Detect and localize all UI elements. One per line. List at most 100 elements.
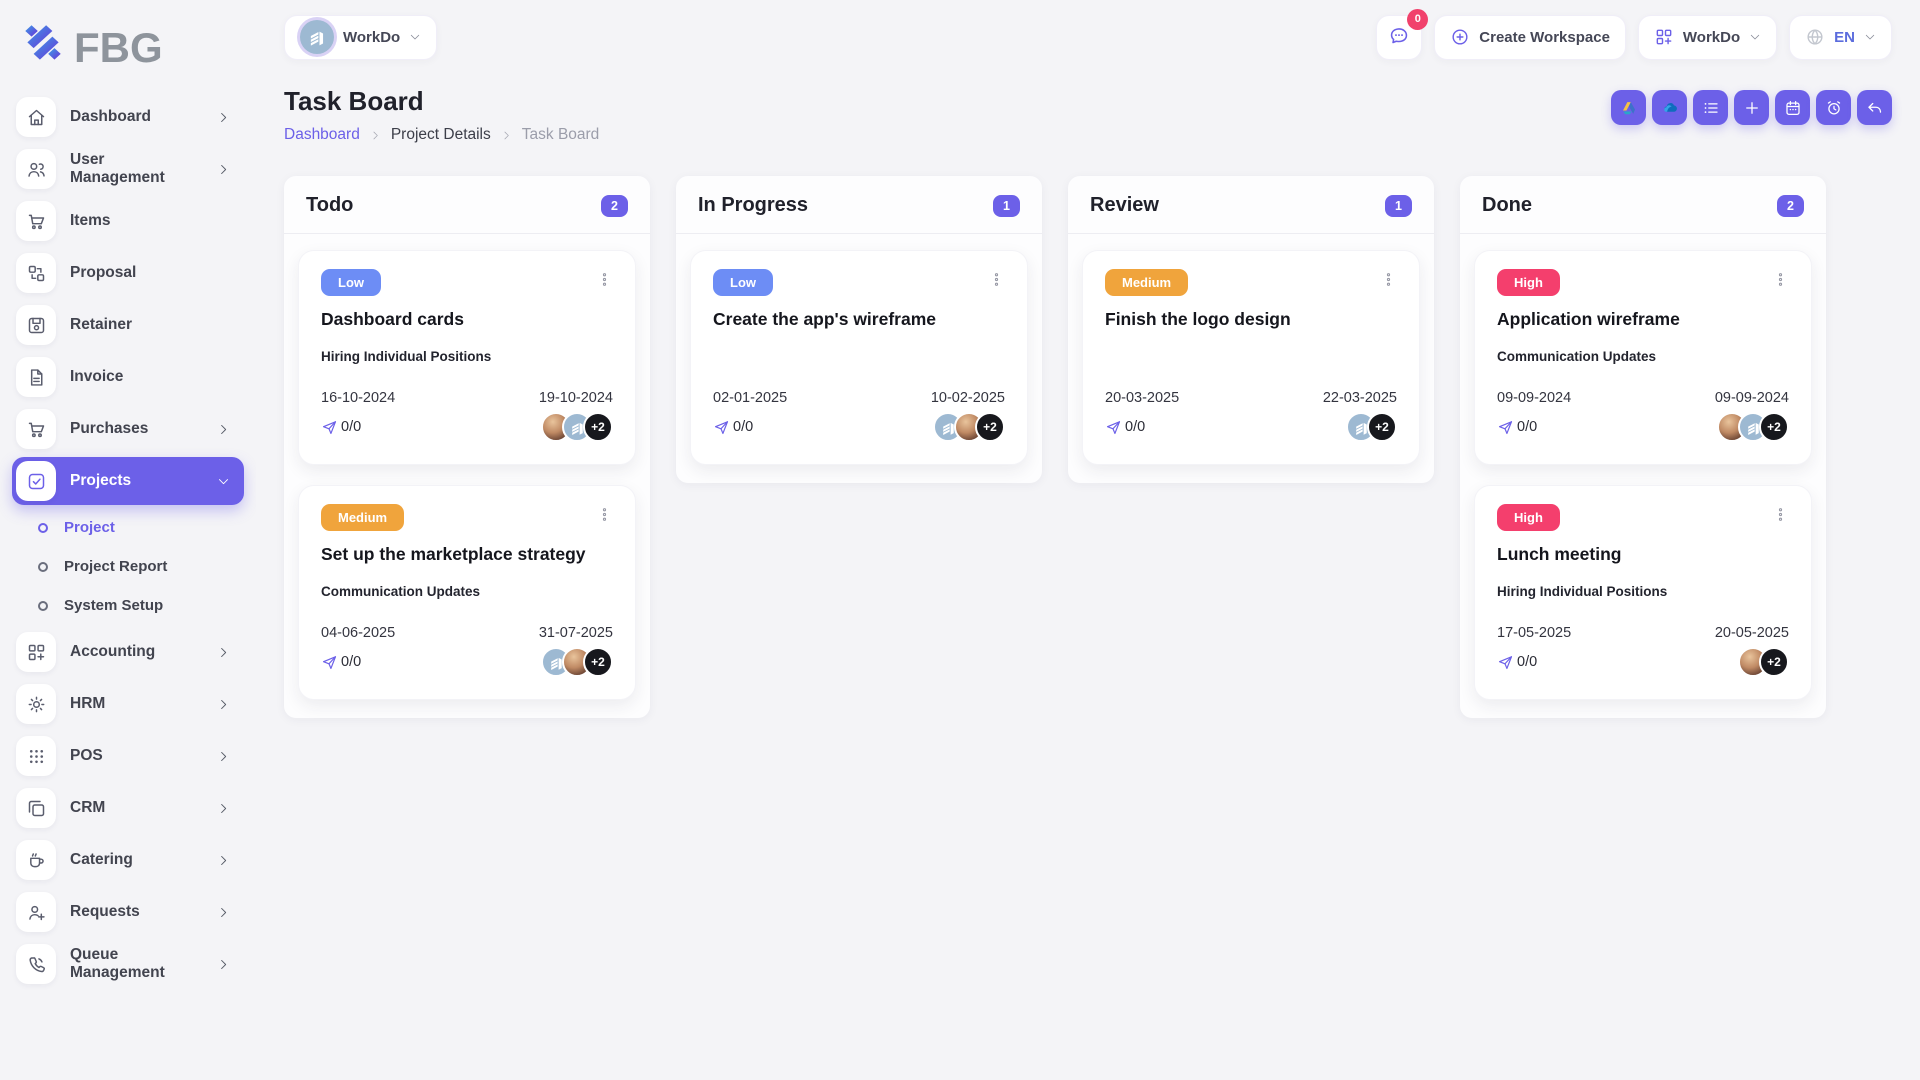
sidebar-item-pos[interactable]: POS bbox=[12, 732, 244, 780]
task-progress: 0/0 bbox=[321, 654, 361, 671]
calendar-icon bbox=[1784, 99, 1802, 117]
messages-button[interactable]: 0 bbox=[1376, 15, 1422, 60]
task-title[interactable]: Lunch meeting bbox=[1497, 544, 1789, 565]
cart-icon bbox=[16, 201, 56, 241]
task-start-date: 02-01-2025 bbox=[713, 390, 787, 406]
breadcrumb-dashboard[interactable]: Dashboard bbox=[284, 126, 360, 144]
kebab-menu-icon[interactable] bbox=[988, 269, 1005, 288]
chevron-right-icon bbox=[217, 163, 230, 176]
floppy-icon bbox=[16, 305, 56, 345]
send-icon bbox=[1105, 419, 1122, 436]
sidebar-subitem-project-report[interactable]: Project Report bbox=[28, 548, 244, 585]
task-start-date: 04-06-2025 bbox=[321, 625, 395, 641]
assignee-avatars[interactable]: +2 bbox=[541, 412, 613, 442]
sidebar-item-dashboard[interactable]: Dashboard bbox=[12, 93, 244, 141]
sidebar-item-accounting[interactable]: Accounting bbox=[12, 628, 244, 676]
assignee-avatars[interactable]: +2 bbox=[1346, 412, 1397, 442]
back-button[interactable] bbox=[1857, 90, 1892, 125]
sidebar-item-requests[interactable]: Requests bbox=[12, 888, 244, 936]
task-milestone: Hiring Individual Positions bbox=[321, 349, 613, 366]
list-view-button[interactable] bbox=[1693, 90, 1728, 125]
breadcrumb-project-details[interactable]: Project Details bbox=[391, 126, 491, 144]
kebab-menu-icon[interactable] bbox=[1772, 269, 1789, 288]
chevron-down-icon bbox=[1864, 31, 1876, 43]
sidebar-item-proposal[interactable]: Proposal bbox=[12, 249, 244, 297]
plus-circle-icon bbox=[1450, 27, 1470, 47]
assignee-avatars[interactable]: +2 bbox=[933, 412, 1005, 442]
topbar: WorkDo 0 Create Workspace WorkDo bbox=[284, 0, 1892, 62]
sidebar-item-crm[interactable]: CRM bbox=[12, 784, 244, 832]
sidebar-item-items[interactable]: Items bbox=[12, 197, 244, 245]
cart-icon bbox=[16, 409, 56, 449]
workspace-dropdown[interactable]: WorkDo bbox=[1638, 15, 1777, 60]
kebab-menu-icon[interactable] bbox=[1772, 504, 1789, 523]
task-progress: 0/0 bbox=[1497, 419, 1537, 436]
task-card[interactable]: Medium Finish the logo design 20-03-2025… bbox=[1082, 250, 1420, 465]
task-start-date: 16-10-2024 bbox=[321, 390, 395, 406]
onedrive-icon bbox=[1661, 99, 1679, 117]
send-icon bbox=[713, 419, 730, 436]
brand-zigzag-icon bbox=[18, 20, 68, 75]
task-title[interactable]: Set up the marketplace strategy bbox=[321, 544, 613, 565]
board-column-in-progress: In Progress 1 Low Create the app's wiref… bbox=[676, 176, 1042, 483]
task-card[interactable]: Low Dashboard cards Hiring Individual Po… bbox=[298, 250, 636, 465]
create-workspace-button[interactable]: Create Workspace bbox=[1434, 15, 1626, 60]
user-plus-icon bbox=[16, 892, 56, 932]
assignee-avatars[interactable]: +2 bbox=[541, 647, 613, 677]
kebab-menu-icon[interactable] bbox=[1380, 269, 1397, 288]
task-card[interactable]: High Lunch meeting Hiring Individual Pos… bbox=[1474, 485, 1812, 700]
kebab-menu-icon[interactable] bbox=[596, 504, 613, 523]
chevron-right-icon bbox=[217, 111, 230, 124]
task-milestone bbox=[1105, 349, 1397, 366]
priority-badge: Medium bbox=[321, 504, 404, 531]
task-end-date: 31-07-2025 bbox=[539, 625, 613, 641]
task-card[interactable]: Medium Set up the marketplace strategy C… bbox=[298, 485, 636, 700]
task-card[interactable]: High Application wireframe Communication… bbox=[1474, 250, 1812, 465]
google-drive-button[interactable] bbox=[1611, 90, 1646, 125]
column-title: Review bbox=[1090, 194, 1159, 217]
onedrive-button[interactable] bbox=[1652, 90, 1687, 125]
assignee-avatars[interactable]: +2 bbox=[1738, 647, 1789, 677]
undo-icon bbox=[1866, 99, 1884, 117]
sidebar-item-hrm[interactable]: HRM bbox=[12, 680, 244, 728]
flow-icon bbox=[16, 253, 56, 293]
sidebar-nav: Dashboard User Management Items Proposal bbox=[0, 93, 256, 988]
priority-badge: Low bbox=[321, 269, 381, 296]
calendar-button[interactable] bbox=[1775, 90, 1810, 125]
brand-logo[interactable]: FBG bbox=[0, 12, 256, 89]
sidebar-item-projects[interactable]: Projects bbox=[12, 457, 244, 505]
workspace-selector[interactable]: WorkDo bbox=[284, 15, 437, 60]
task-end-date: 09-09-2024 bbox=[1715, 390, 1789, 406]
list-icon bbox=[1702, 99, 1720, 117]
task-title[interactable]: Dashboard cards bbox=[321, 309, 613, 330]
sidebar-item-queue-management[interactable]: Queue Management bbox=[12, 940, 244, 988]
task-title[interactable]: Finish the logo design bbox=[1105, 309, 1397, 330]
assignee-avatars[interactable]: +2 bbox=[1717, 412, 1789, 442]
sidebar-item-retainer[interactable]: Retainer bbox=[12, 301, 244, 349]
sidebar-item-invoice[interactable]: Invoice bbox=[12, 353, 244, 401]
task-title[interactable]: Create the app's wireframe bbox=[713, 309, 1005, 330]
breadcrumb-current: Task Board bbox=[522, 126, 600, 144]
priority-badge: Medium bbox=[1105, 269, 1188, 296]
page-head: Task Board Dashboard Project Details Tas… bbox=[284, 86, 1892, 144]
sidebar-subitem-project[interactable]: Project bbox=[28, 509, 244, 546]
plus-icon bbox=[1743, 99, 1761, 117]
sidebar-item-user-management[interactable]: User Management bbox=[12, 145, 244, 193]
sidebar-item-purchases[interactable]: Purchases bbox=[12, 405, 244, 453]
language-selector[interactable]: EN bbox=[1789, 15, 1892, 60]
task-card[interactable]: Low Create the app's wireframe 02-01-202… bbox=[690, 250, 1028, 465]
column-title: Todo bbox=[306, 194, 353, 217]
sidebar-item-catering[interactable]: Catering bbox=[12, 836, 244, 884]
check-square-icon bbox=[16, 461, 56, 501]
task-progress: 0/0 bbox=[321, 419, 361, 436]
sidebar-subitem-system-setup[interactable]: System Setup bbox=[28, 587, 244, 624]
chevron-right-icon bbox=[217, 958, 230, 971]
reminder-button[interactable] bbox=[1816, 90, 1851, 125]
globe-icon bbox=[1805, 27, 1825, 47]
chevron-right-icon bbox=[217, 854, 230, 867]
task-start-date: 09-09-2024 bbox=[1497, 390, 1571, 406]
add-task-button[interactable] bbox=[1734, 90, 1769, 125]
kebab-menu-icon[interactable] bbox=[596, 269, 613, 288]
workspace-dropdown-label: WorkDo bbox=[1683, 29, 1740, 46]
task-title[interactable]: Application wireframe bbox=[1497, 309, 1789, 330]
